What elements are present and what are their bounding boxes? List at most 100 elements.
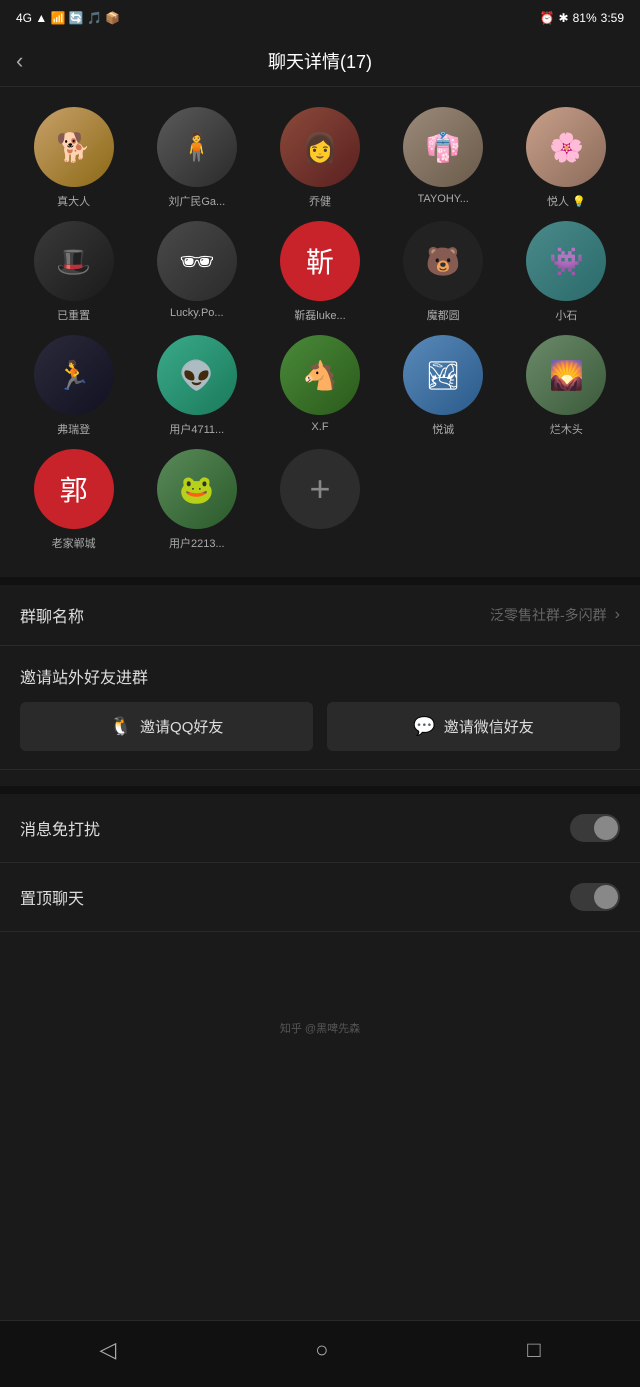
invite-qq-button[interactable]: 🐧 邀请QQ好友 xyxy=(20,702,313,751)
member-item[interactable]: 靳靳磊luke... xyxy=(262,221,377,323)
bluetooth-icon: ✱ xyxy=(559,11,569,25)
battery: 81% xyxy=(573,11,597,25)
member-avatar: 🐴 xyxy=(280,335,360,415)
member-avatar: 🌸 xyxy=(526,107,606,187)
member-item[interactable]: 🏃 弗瑞登 xyxy=(16,335,131,437)
avatar-emoji: 郭 xyxy=(34,449,114,529)
member-name: 用户2213... xyxy=(169,535,225,551)
member-avatar: 🐸 xyxy=(157,449,237,529)
avatar-emoji: 靳 xyxy=(280,221,360,301)
time: 3:59 xyxy=(601,11,624,25)
page-title: 聊天详情(17) xyxy=(268,48,372,74)
avatar-emoji: 🏃 xyxy=(34,335,114,415)
toggle-row[interactable]: 置顶聊天 xyxy=(0,863,640,932)
group-name-label: 群聊名称 xyxy=(20,603,84,627)
members-grid: 🐕 真大人 🧍 刘广民Ga... 👩 乔健 👘TAYOHY... 🌸 悦人 💡 🎩 已重置 🕶Luck… xyxy=(16,107,624,551)
member-name: 已重置 xyxy=(57,307,90,323)
member-name: 悦诚 xyxy=(432,421,454,437)
member-name: X.F xyxy=(311,421,328,433)
group-name-value: 泛零售社群-多闪群 › xyxy=(490,605,620,625)
avatar-emoji: 🌸 xyxy=(526,107,606,187)
watermark: 知乎 @黑啤先森 xyxy=(0,1012,640,1044)
toggle-switch[interactable] xyxy=(570,883,620,911)
settings-section: 群聊名称 泛零售社群-多闪群 › 邀请站外好友进群 🐧 邀请QQ好友 💬 邀请微… xyxy=(0,585,640,770)
nav-home-button[interactable]: ○ xyxy=(285,1333,358,1367)
member-item[interactable]: 👘TAYOHY... xyxy=(386,107,501,209)
avatar-emoji: 👽 xyxy=(157,335,237,415)
add-member-item[interactable]: + xyxy=(262,449,377,551)
member-item[interactable]: 🐻 魔都圆 xyxy=(386,221,501,323)
toggle-label: 消息免打扰 xyxy=(20,816,100,840)
member-item[interactable]: 👽 用户4711... xyxy=(139,335,254,437)
member-avatar: 🏃 xyxy=(34,335,114,415)
member-name: 刘广民Ga... xyxy=(168,193,225,209)
invite-label: 邀请站外好友进群 xyxy=(20,664,620,688)
status-bar: 4G ▲ 📶 🔄 🎵 📦 ⏰ ✱ 81% 3:59 xyxy=(0,0,640,36)
avatar-emoji: 🐕 xyxy=(34,107,114,187)
member-item[interactable]: 👾 小石 xyxy=(509,221,624,323)
member-name: 悦人 💡 xyxy=(547,193,586,209)
member-item[interactable]: 🎩 已重置 xyxy=(16,221,131,323)
status-right: ⏰ ✱ 81% 3:59 xyxy=(540,11,624,25)
member-item[interactable]: 🕶Lucky.Po... xyxy=(139,221,254,323)
avatar-emoji: 🐴 xyxy=(280,335,360,415)
toggle-section: 消息免打扰置顶聊天 xyxy=(0,794,640,932)
avatar-emoji: 🏞 xyxy=(403,335,483,415)
toggle-switch[interactable] xyxy=(570,814,620,842)
avatar-emoji: 👩 xyxy=(280,107,360,187)
members-section: 🐕 真大人 🧍 刘广民Ga... 👩 乔健 👘TAYOHY... 🌸 悦人 💡 🎩 已重置 🕶Luck… xyxy=(0,87,640,561)
member-item[interactable]: 郭老家郸城 xyxy=(16,449,131,551)
section-divider xyxy=(0,577,640,585)
member-avatar: 🧍 xyxy=(157,107,237,187)
toggle-row[interactable]: 消息免打扰 xyxy=(0,794,640,863)
member-avatar: 👾 xyxy=(526,221,606,301)
avatar-emoji: 🧍 xyxy=(157,107,237,187)
member-name: 乔健 xyxy=(309,193,331,209)
alarm-icon: ⏰ xyxy=(540,11,555,25)
member-avatar: 靳 xyxy=(280,221,360,301)
avatar-emoji: 🐸 xyxy=(157,449,237,529)
member-avatar: 🏞 xyxy=(403,335,483,415)
back-button[interactable]: ‹ xyxy=(16,48,23,74)
section-divider-2 xyxy=(0,786,640,794)
avatar-emoji: 🎩 xyxy=(34,221,114,301)
member-avatar: 🐻 xyxy=(403,221,483,301)
nav-back-button[interactable]: ◁ xyxy=(69,1333,146,1367)
member-name: 弗瑞登 xyxy=(57,421,90,437)
member-avatar: 🐕 xyxy=(34,107,114,187)
member-item[interactable]: 🌸 悦人 💡 xyxy=(509,107,624,209)
avatar-emoji: 🕶 xyxy=(157,221,237,301)
bottom-nav: ◁ ○ □ xyxy=(0,1320,640,1387)
group-name-row[interactable]: 群聊名称 泛零售社群-多闪群 › xyxy=(0,585,640,646)
chevron-right-icon: › xyxy=(615,606,620,624)
member-item[interactable]: 🏞 悦诚 xyxy=(386,335,501,437)
member-item[interactable]: 👩 乔健 xyxy=(262,107,377,209)
member-avatar: 🎩 xyxy=(34,221,114,301)
member-avatar: 🕶 xyxy=(157,221,237,301)
member-name: 真大人 xyxy=(57,193,90,209)
member-name: 烂木头 xyxy=(550,421,583,437)
avatar-emoji: 👘 xyxy=(403,107,483,187)
member-avatar: 郭 xyxy=(34,449,114,529)
invite-wechat-button[interactable]: 💬 邀请微信好友 xyxy=(327,702,620,751)
header: ‹ 聊天详情(17) xyxy=(0,36,640,87)
member-name: 魔都圆 xyxy=(427,307,460,323)
member-avatar: 👽 xyxy=(157,335,237,415)
member-avatar: 👩 xyxy=(280,107,360,187)
member-avatar: 🌄 xyxy=(526,335,606,415)
invite-qq-label: 邀请QQ好友 xyxy=(140,716,223,737)
member-item[interactable]: 🐴 X.F xyxy=(262,335,377,437)
member-avatar: 👘 xyxy=(403,107,483,187)
member-item[interactable]: 🌄 烂木头 xyxy=(509,335,624,437)
member-name: 小石 xyxy=(555,307,577,323)
member-name: 靳磊luke... xyxy=(294,307,345,323)
add-member-button[interactable]: + xyxy=(280,449,360,529)
member-item[interactable]: 🧍 刘广民Ga... xyxy=(139,107,254,209)
member-name: 用户4711... xyxy=(169,421,224,437)
avatar-emoji: 🐻 xyxy=(403,221,483,301)
nav-recent-button[interactable]: □ xyxy=(497,1333,570,1367)
avatar-emoji: 🌄 xyxy=(526,335,606,415)
member-item[interactable]: 🐸 用户2213... xyxy=(139,449,254,551)
toggle-label: 置顶聊天 xyxy=(20,885,84,909)
member-item[interactable]: 🐕 真大人 xyxy=(16,107,131,209)
